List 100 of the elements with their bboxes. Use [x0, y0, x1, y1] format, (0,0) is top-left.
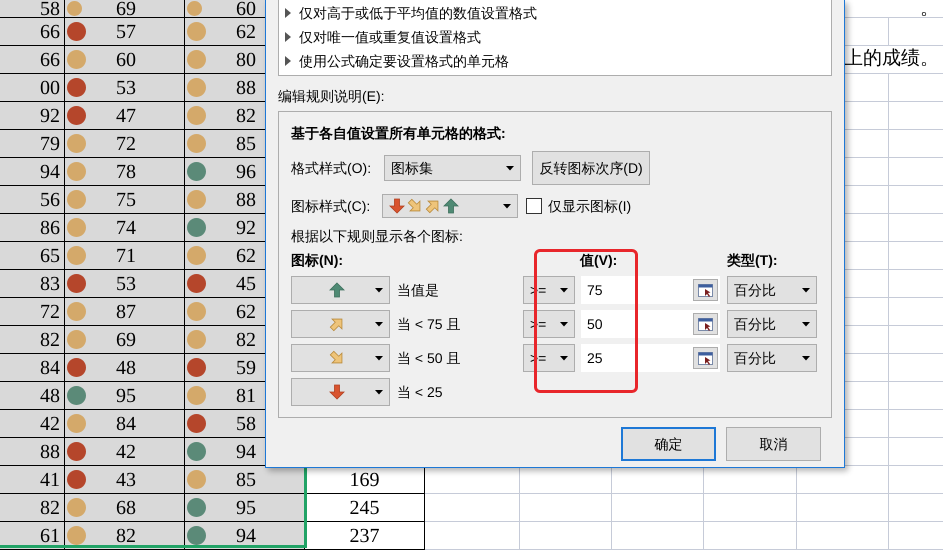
up-right-arrow-icon: [425, 198, 441, 214]
rule-type-item[interactable]: 使用公式确定要设置格式的单元格: [285, 49, 825, 73]
field-label: 图标样式(C):: [291, 196, 372, 216]
panel-heading: 基于各自值设置所有单元格的格式:: [291, 124, 507, 143]
section-label: 编辑规则说明(E):: [278, 87, 386, 106]
checkbox[interactable]: [526, 198, 542, 214]
table-cell-text: 42: [116, 440, 136, 464]
table-cell-text: 62: [236, 20, 256, 44]
value-field[interactable]: 75: [581, 276, 720, 304]
table-cell: 79: [0, 130, 65, 158]
down-arrow-icon: [389, 198, 405, 214]
table-cell: 82: [0, 494, 65, 522]
table-cell-text: 82: [236, 104, 256, 128]
table-cell-text: 53: [116, 272, 136, 296]
table-cell-text: 95: [116, 384, 136, 408]
table-cell: 72: [0, 298, 65, 326]
down-right-arrow-icon: [328, 350, 344, 366]
icon-dropdown[interactable]: [291, 276, 390, 304]
table-cell: 48: [0, 382, 65, 410]
dialog-button[interactable]: 确定: [621, 427, 716, 461]
table-cell-text: 43: [116, 468, 136, 492]
rule-condition: 当值是: [397, 280, 440, 300]
type-dropdown[interactable]: 百分比: [727, 276, 817, 304]
table-cell: 41: [0, 466, 65, 494]
table-cell-text: 94: [236, 440, 256, 464]
icon-dropdown[interactable]: [291, 378, 390, 406]
reverse-order-button[interactable]: 反转图标次序(D): [532, 151, 650, 185]
range-select-button[interactable]: [693, 279, 718, 301]
table-cell: 86: [0, 214, 65, 242]
table-cell: 84: [0, 354, 65, 382]
table-cell-text: 72: [116, 132, 136, 156]
rule-type-item[interactable]: 仅对唯一值或重复值设置格式: [285, 25, 825, 49]
table-cell-text: 75: [116, 188, 136, 212]
table-cell-text: 96: [236, 160, 256, 184]
caret-icon: [503, 204, 511, 208]
caret-icon: [802, 356, 810, 360]
table-cell: 66: [0, 18, 65, 46]
table-cell-text: 48: [116, 356, 136, 380]
rule-condition: 当 < 50 且: [397, 348, 462, 368]
table-cell-text: 45: [236, 272, 256, 296]
cell-picker-icon: [698, 318, 713, 330]
up-right-arrow-icon: [328, 316, 344, 332]
table-cell: 69: [116, 0, 136, 18]
value-field[interactable]: 50: [581, 310, 720, 338]
table-cell: 65: [0, 242, 65, 270]
table-cell-text: 78: [116, 160, 136, 184]
table-cell-text: 59: [236, 356, 256, 380]
table-cell-text: 47: [116, 104, 136, 128]
column-header: 值(V):: [580, 250, 618, 270]
table-cell-text: 88: [236, 76, 256, 100]
type-dropdown[interactable]: 百分比: [727, 310, 817, 338]
cell-picker-icon: [698, 352, 713, 364]
caret-icon: [375, 356, 383, 360]
table-cell-text: 84: [116, 412, 136, 436]
icon-style-dropdown[interactable]: [382, 194, 518, 218]
dialog-button[interactable]: 取消: [726, 427, 821, 461]
caret-icon: [560, 288, 568, 292]
field-label: 格式样式(O):: [291, 158, 372, 178]
table-cell-text: 245: [350, 496, 380, 520]
table-cell-text: 71: [116, 244, 136, 268]
table-cell-text: 62: [236, 300, 256, 324]
table-cell-text: 82: [236, 328, 256, 352]
table-cell: 92: [0, 102, 65, 130]
cell-text: 上的成绩。: [844, 47, 939, 72]
caret-icon: [506, 166, 514, 170]
cell-picker-icon: [698, 284, 713, 296]
table-cell-text: 60: [116, 48, 136, 72]
table-cell-text: 95: [236, 496, 256, 520]
table-cell-text: 85: [236, 132, 256, 156]
table-cell-text: 53: [116, 76, 136, 100]
caret-icon: [802, 288, 810, 292]
rules-caption: 根据以下规则显示各个图标:: [291, 227, 464, 245]
table-cell: 66: [0, 46, 65, 74]
expand-icon: [285, 32, 291, 42]
type-dropdown[interactable]: 百分比: [727, 344, 817, 372]
rule-condition: 当 < 75 且: [397, 314, 462, 334]
caret-icon: [560, 322, 568, 326]
table-cell: 56: [0, 186, 65, 214]
up-arrow-icon: [443, 198, 459, 214]
table-cell-text: 87: [116, 300, 136, 324]
table-cell-text: 82: [116, 524, 136, 548]
range-select-button[interactable]: [693, 347, 718, 369]
table-cell-text: 94: [236, 524, 256, 548]
table-cell: 82: [0, 326, 65, 354]
cell-text: 。: [920, 0, 939, 18]
caret-icon: [375, 390, 383, 394]
table-cell-text: 88: [236, 188, 256, 212]
column-header: 类型(T):: [727, 250, 778, 270]
table-cell-text: 81: [236, 384, 256, 408]
range-select-button[interactable]: [693, 313, 718, 335]
rule-type-item[interactable]: 仅对高于或低于平均值的数值设置格式: [285, 1, 825, 25]
format-style-dropdown[interactable]: 图标集: [384, 155, 521, 181]
table-cell-text: 92: [236, 216, 256, 240]
caret-icon: [802, 322, 810, 326]
table-cell-text: 58: [236, 412, 256, 436]
table-cell-text: 169: [350, 468, 380, 492]
table-cell-text: 237: [350, 524, 380, 548]
table-cell: 94: [0, 158, 65, 186]
value-field[interactable]: 25: [581, 344, 720, 372]
table-cell: 42: [0, 410, 65, 438]
